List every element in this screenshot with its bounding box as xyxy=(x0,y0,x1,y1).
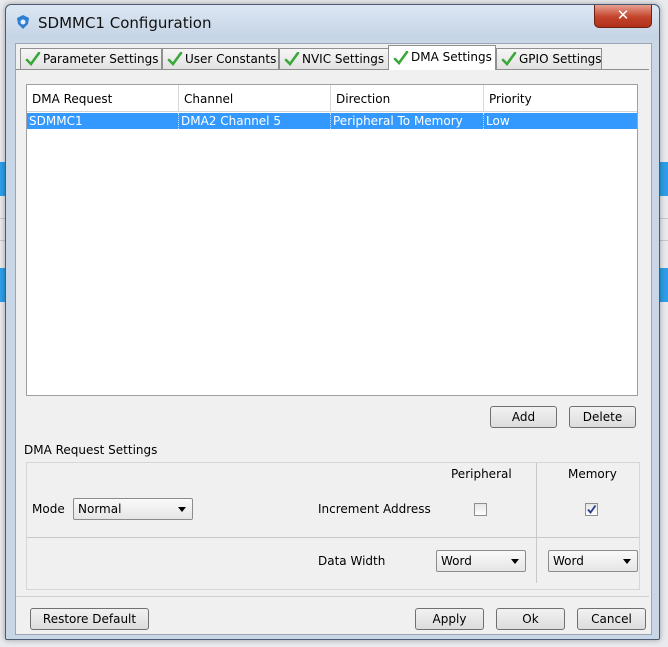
cell-priority: Low xyxy=(486,114,510,128)
dialog-window: SDMMC1 Configuration ✕ Parameter Setting… xyxy=(5,4,660,640)
data-width-label: Data Width xyxy=(318,554,386,568)
check-icon xyxy=(393,51,409,65)
mode-label: Mode xyxy=(32,502,65,516)
memory-header: Memory xyxy=(568,467,617,481)
app-shield-icon xyxy=(17,15,29,29)
tab-label: DMA Settings xyxy=(411,50,492,64)
chevron-down-icon xyxy=(511,559,519,564)
cell-channel: DMA2 Channel 5 xyxy=(179,113,331,129)
check-icon xyxy=(25,52,41,66)
window-title: SDMMC1 Configuration xyxy=(38,14,212,32)
ok-button[interactable]: Ok xyxy=(496,608,565,630)
check-icon xyxy=(167,52,183,66)
dialog-body: Parameter Settings User Constants NVIC S… xyxy=(15,43,652,635)
peripheral-header: Peripheral xyxy=(451,467,512,481)
cell-request: SDMMC1 xyxy=(27,113,179,129)
tab-gpio-settings[interactable]: GPIO Settings xyxy=(496,48,602,69)
check-icon xyxy=(501,52,517,66)
increment-peripheral-checkbox[interactable] xyxy=(474,503,487,516)
mode-select-value: Normal xyxy=(78,502,122,516)
mode-select[interactable]: Normal xyxy=(73,498,193,520)
chevron-down-icon xyxy=(623,559,631,564)
check-icon xyxy=(284,52,300,66)
dma-request-table: DMA Request Channel Direction Priority S… xyxy=(26,84,638,396)
tab-nvic-settings[interactable]: NVIC Settings xyxy=(279,48,389,69)
tab-label: Parameter Settings xyxy=(43,52,159,66)
footer-divider xyxy=(16,596,649,597)
tab-label: NVIC Settings xyxy=(302,52,385,66)
column-divider xyxy=(536,463,537,583)
dma-request-settings: Peripheral Memory Mode Normal Increment … xyxy=(26,462,640,590)
column-header-priority[interactable]: Priority xyxy=(484,85,637,111)
column-header-channel[interactable]: Channel xyxy=(179,85,331,111)
add-button[interactable]: Add xyxy=(490,406,557,428)
increment-memory-checkbox[interactable] xyxy=(585,503,598,516)
tab-parameter-settings[interactable]: Parameter Settings xyxy=(20,48,162,69)
dma-settings-panel: DMA Request Channel Direction Priority S… xyxy=(16,69,649,596)
dma-request-settings-title: DMA Request Settings xyxy=(24,443,158,457)
title-bar[interactable]: SDMMC1 Configuration ✕ xyxy=(6,5,659,39)
checkmark-icon xyxy=(587,504,597,514)
increment-address-label: Increment Address xyxy=(318,502,431,516)
delete-button[interactable]: Delete xyxy=(569,406,636,428)
column-header-dma-request[interactable]: DMA Request xyxy=(27,85,179,111)
table-row[interactable]: SDMMC1 DMA2 Channel 5 Peripheral To Memo… xyxy=(27,113,637,129)
data-width-memory-value: Word xyxy=(553,554,584,568)
chevron-down-icon xyxy=(178,507,186,512)
close-button[interactable]: ✕ xyxy=(594,5,652,28)
table-header: DMA Request Channel Direction Priority xyxy=(27,85,637,112)
tab-label: User Constants xyxy=(185,52,277,66)
tab-dma-settings[interactable]: DMA Settings xyxy=(388,45,496,70)
data-width-memory-select[interactable]: Word xyxy=(548,550,638,572)
settings-divider xyxy=(27,537,639,538)
cell-direction: Peripheral To Memory xyxy=(331,113,484,129)
column-header-direction[interactable]: Direction xyxy=(331,85,484,111)
apply-button[interactable]: Apply xyxy=(415,608,484,630)
tab-label: GPIO Settings xyxy=(519,52,602,66)
cancel-button[interactable]: Cancel xyxy=(577,608,646,630)
restore-default-button[interactable]: Restore Default xyxy=(30,608,149,630)
data-width-peripheral-value: Word xyxy=(441,554,472,568)
tab-user-constants[interactable]: User Constants xyxy=(162,48,279,69)
data-width-peripheral-select[interactable]: Word xyxy=(436,550,526,572)
tab-bar: Parameter Settings User Constants NVIC S… xyxy=(16,44,651,70)
